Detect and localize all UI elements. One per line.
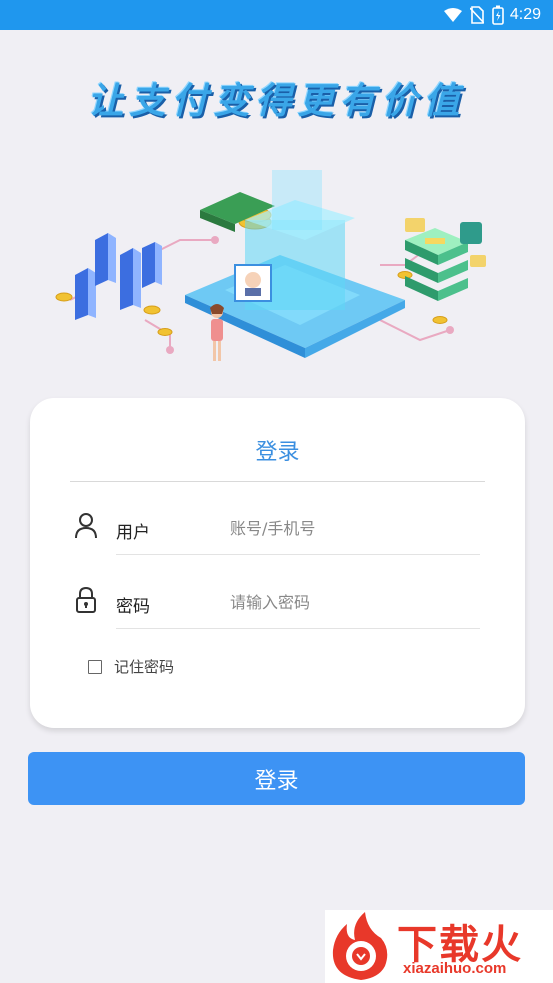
username-input[interactable] [230,510,475,546]
watermark-text-en: xiazaihuo.com [403,960,507,977]
remember-label: 记住密码 [114,658,175,676]
login-card: 登录 用户 密码 记住密码 [30,398,525,728]
password-label: 密码 [116,597,150,617]
remember-password-option[interactable]: 记住密码 [88,656,174,677]
remember-checkbox[interactable] [88,659,102,674]
payment-illustration [55,170,486,361]
watermark-logo: 下载火 xiazaihuo.com [325,910,553,983]
person-figure [210,304,224,361]
username-label: 用户 [116,523,150,543]
battery-icon [492,5,504,25]
username-underline [116,554,480,555]
slogan-title: 让支付变得更有价值 [87,80,466,122]
flame-logo-icon [332,912,388,980]
username-row: 用户 [70,498,485,558]
login-button[interactable]: 登录 [28,752,525,805]
face-card [234,264,272,302]
wifi-icon [443,8,462,22]
status-time: 4:29 [509,6,541,23]
password-row: 密码 [70,572,485,632]
status-bar: 4:29 [0,0,553,30]
lock-icon [76,586,96,613]
password-underline [116,628,480,629]
user-icon [75,513,97,539]
title-divider [70,481,485,482]
no-sim-icon [469,6,484,24]
server-stack [405,228,468,301]
login-card-title: 登录 [255,440,300,465]
password-input[interactable] [230,584,475,620]
